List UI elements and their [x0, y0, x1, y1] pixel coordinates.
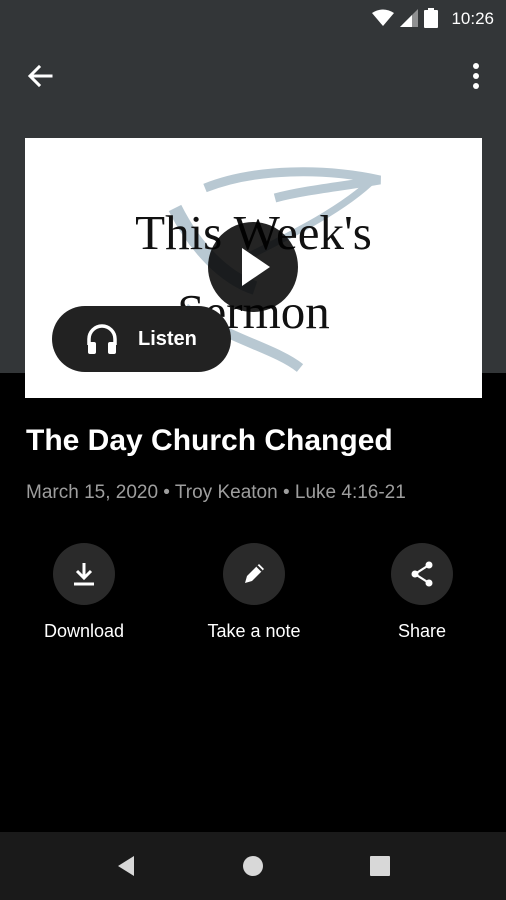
- listen-label: Listen: [138, 327, 197, 350]
- share-icon: [411, 561, 433, 587]
- play-button[interactable]: [208, 222, 298, 312]
- headphones-icon: [87, 324, 117, 354]
- nav-home-icon[interactable]: [241, 854, 265, 878]
- more-options-button[interactable]: [464, 60, 488, 92]
- take-note-action[interactable]: Take a note: [184, 543, 324, 642]
- take-note-label: Take a note: [207, 621, 301, 641]
- system-nav-bar: [0, 832, 506, 900]
- pencil-icon: [245, 564, 264, 583]
- status-time: 10:26: [451, 9, 494, 28]
- wifi-icon: [372, 9, 394, 26]
- play-icon: [242, 248, 270, 286]
- download-action[interactable]: Download: [14, 543, 154, 642]
- battery-icon: [424, 8, 438, 28]
- cell-signal-icon: [400, 9, 418, 27]
- share-label: Share: [397, 621, 447, 641]
- take-note-button[interactable]: [223, 543, 285, 605]
- share-action[interactable]: Share: [352, 543, 492, 642]
- listen-button[interactable]: Listen: [52, 306, 231, 372]
- nav-back-icon[interactable]: [114, 854, 138, 878]
- app-bar: [0, 44, 506, 104]
- download-icon: [74, 563, 94, 586]
- download-button[interactable]: [53, 543, 115, 605]
- more-vert-icon: [473, 63, 479, 89]
- status-bar: 10:26: [0, 0, 506, 36]
- download-label: Download: [43, 621, 125, 641]
- back-button[interactable]: [24, 60, 56, 92]
- sermon-title: The Day Church Changed: [26, 424, 393, 457]
- share-button[interactable]: [391, 543, 453, 605]
- sermon-meta: March 15, 2020 • Troy Keaton • Luke 4:16…: [26, 482, 406, 503]
- nav-recents-icon[interactable]: [368, 854, 392, 878]
- status-icons: [372, 8, 438, 28]
- arrow-back-icon: [27, 64, 53, 88]
